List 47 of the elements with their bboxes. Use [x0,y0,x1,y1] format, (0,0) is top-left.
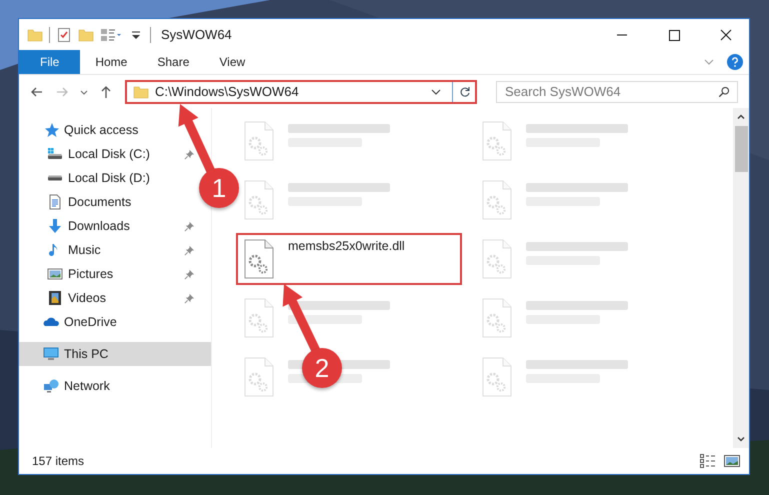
sidebar-item[interactable]: OneDrive [19,310,211,334]
pin-icon[interactable] [184,148,195,160]
checklist-icon[interactable] [56,26,72,42]
download-icon [47,218,63,234]
help-icon[interactable] [727,54,743,70]
item-count: 157 items [32,454,84,468]
file-tile[interactable]: memsbs25x0write.dll [236,233,462,285]
properties-icon[interactable] [100,26,122,42]
details-view-icon[interactable] [699,453,717,469]
refresh-icon[interactable] [459,86,471,98]
sidebar-item[interactable]: Pictures [19,262,114,286]
sidebar-item[interactable]: Local Disk (D:) [19,166,150,190]
pin-icon[interactable] [184,292,195,304]
sidebar-item[interactable]: Local Disk (C:) [19,142,150,166]
system-drive-icon [47,146,63,162]
drive-icon [47,175,63,181]
document-icon [47,194,63,210]
address-path: C:\Windows\SysWOW64 [155,84,300,99]
address-field[interactable]: C:\Windows\SysWOW64 [125,80,477,104]
scroll-thumb[interactable] [734,126,748,172]
search-field[interactable]: Search SysWOW64 [496,80,738,102]
star-icon [43,122,59,138]
sidebar-item[interactable]: Downloads [19,214,130,238]
video-icon [47,290,63,306]
search-icon [718,86,730,98]
sidebar-item[interactable]: This PC [19,342,211,366]
sidebar-item[interactable]: Videos [19,286,106,310]
pin-icon[interactable] [184,244,195,256]
pin-icon[interactable] [184,268,195,280]
folder-icon [133,84,149,100]
computer-icon [43,346,59,362]
network-icon [43,378,59,394]
image-view-icon[interactable] [723,453,741,469]
ribbon-tab[interactable]: Share [142,50,204,74]
picture-icon [47,266,63,282]
file-name: memsbs25x0write.dll [288,239,405,253]
ribbon-tab[interactable]: View [204,50,260,74]
pin-icon[interactable] [184,220,195,232]
window-title: SysWOW64 [161,27,232,42]
sidebar-item[interactable]: Quick access [19,118,211,142]
chevron-down-icon[interactable] [736,434,746,444]
ribbon-tab[interactable]: File [19,50,80,74]
ribbon-tab[interactable]: Home [80,50,142,74]
sidebar-item[interactable]: Documents [19,190,132,214]
scrollbar[interactable] [733,108,749,448]
sidebar-item[interactable]: Network [19,374,211,398]
sidebar-item[interactable]: Music [19,238,101,262]
